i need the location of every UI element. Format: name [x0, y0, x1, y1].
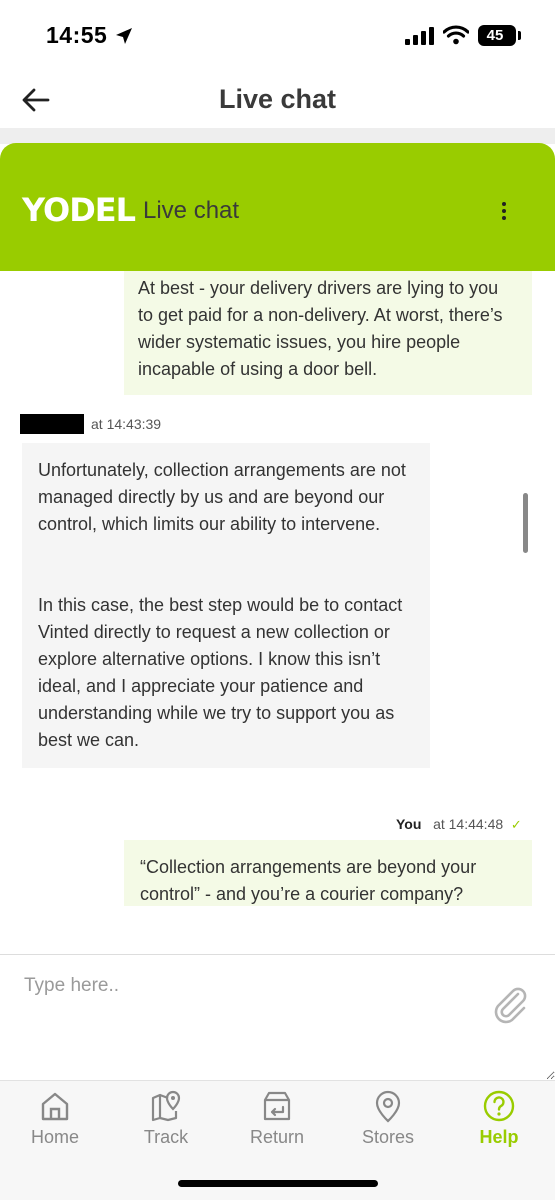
agent-message-bubble: Unfortunately, collection arrangements a… — [22, 443, 430, 768]
message-list[interactable]: At best - your delivery drivers are lyin… — [0, 271, 555, 906]
location-arrow-icon — [114, 26, 134, 51]
brand-logo: YODEL — [22, 191, 136, 229]
tab-label: Stores — [361, 1127, 415, 1147]
redacted-agent-name — [20, 414, 84, 434]
scrollbar-thumb[interactable] — [523, 493, 528, 553]
chat-header: YODEL Live chat — [0, 143, 555, 271]
return-box-icon — [263, 1091, 291, 1121]
sender-name: You — [396, 816, 422, 832]
tab-label: Home — [30, 1127, 79, 1147]
home-icon — [41, 1092, 69, 1121]
location-icon — [375, 1090, 401, 1123]
signal-icon — [405, 27, 435, 50]
message-text: “Collection arrangements are beyond your… — [140, 857, 477, 904]
user-message-bubble: At best - your delivery drivers are lyin… — [124, 271, 532, 395]
wifi-icon — [442, 25, 470, 50]
delivered-check-icon: ✓ — [510, 817, 522, 832]
tab-label: Return — [249, 1127, 305, 1147]
chat-title: Live chat — [143, 197, 240, 224]
tab-label: Track — [143, 1127, 189, 1147]
tab-stores[interactable]: Stores — [340, 1089, 436, 1161]
message-text: At best - your delivery drivers are lyin… — [138, 278, 503, 379]
message-paragraph: In this case, the best step would be to … — [38, 595, 403, 750]
tab-return[interactable]: Return — [229, 1089, 325, 1161]
help-icon — [483, 1090, 515, 1122]
tab-help[interactable]: Help — [451, 1089, 547, 1161]
tab-home[interactable]: Home — [7, 1089, 103, 1161]
paperclip-icon — [494, 987, 527, 1024]
page-title: Live chat — [218, 84, 337, 114]
more-vertical-icon — [494, 202, 514, 220]
status-time: 14:55 — [46, 22, 108, 48]
message-meta: You at 14:44:48 ✓ — [396, 816, 522, 833]
tab-track[interactable]: Track — [118, 1089, 214, 1161]
attach-button[interactable] — [488, 982, 532, 1026]
message-timestamp: at 14:43:39 — [91, 416, 162, 432]
message-input[interactable] — [0, 955, 555, 1080]
user-message-bubble: “Collection arrangements are beyond your… — [124, 840, 532, 906]
header-divider — [0, 128, 555, 144]
battery-icon: 45 — [478, 25, 516, 46]
message-paragraph: Unfortunately, collection arrangements a… — [38, 460, 406, 534]
app-header: Live chat — [0, 72, 555, 128]
home-indicator[interactable] — [178, 1180, 378, 1187]
status-bar: 14:55 45 — [0, 0, 555, 72]
more-options-button[interactable] — [494, 199, 514, 225]
battery-level: 45 — [486, 27, 504, 44]
map-pin-icon — [151, 1090, 181, 1122]
tab-label: Help — [479, 1127, 519, 1147]
message-timestamp: at 14:44:48 — [433, 816, 504, 832]
battery-cap — [518, 31, 521, 40]
